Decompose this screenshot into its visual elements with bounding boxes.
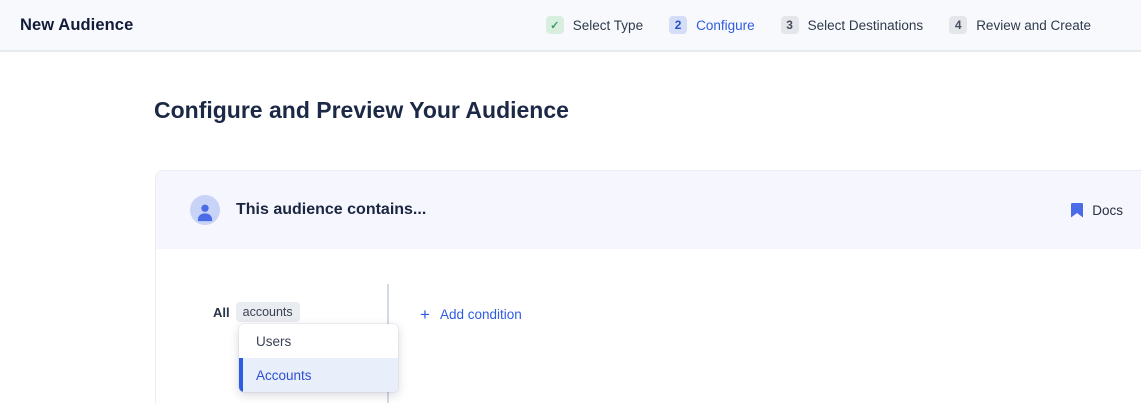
audience-card: This audience contains... Docs All accou…: [155, 170, 1141, 403]
entity-type-dropdown-menu: Users Accounts: [239, 324, 398, 392]
step-label: Select Destinations: [808, 18, 924, 33]
new-audience-page: New Audience ✓ Select Type 2 Configure 3…: [0, 0, 1141, 403]
plus-icon: +: [420, 306, 430, 323]
dropdown-item-users[interactable]: Users: [239, 324, 398, 358]
step-review-and-create[interactable]: 4 Review and Create: [949, 16, 1091, 34]
step-number-badge: 2: [669, 16, 687, 34]
audience-card-body: All accounts + Add condition Users Accou…: [156, 249, 1141, 403]
add-condition-button[interactable]: + Add condition: [420, 306, 522, 323]
step-label: Review and Create: [976, 18, 1091, 33]
top-bar: New Audience ✓ Select Type 2 Configure 3…: [0, 0, 1141, 52]
bookmark-icon: [1071, 203, 1083, 218]
step-select-type[interactable]: ✓ Select Type: [546, 16, 643, 34]
add-condition-label: Add condition: [440, 307, 522, 322]
step-number-badge: 3: [781, 16, 799, 34]
page-title: New Audience: [20, 16, 133, 35]
step-configure[interactable]: 2 Configure: [669, 16, 755, 34]
check-icon: ✓: [546, 16, 564, 34]
audience-scope-row: All accounts: [213, 302, 300, 322]
step-select-destinations[interactable]: 3 Select Destinations: [781, 16, 924, 34]
docs-label: Docs: [1092, 203, 1123, 218]
wizard-stepper: ✓ Select Type 2 Configure 3 Select Desti…: [546, 16, 1091, 34]
step-number-badge: 4: [949, 16, 967, 34]
entity-type-dropdown-trigger[interactable]: accounts: [236, 302, 300, 322]
step-label: Configure: [696, 18, 755, 33]
step-label: Select Type: [573, 18, 643, 33]
dropdown-item-accounts[interactable]: Accounts: [239, 358, 398, 392]
page-heading: Configure and Preview Your Audience: [154, 97, 1141, 124]
card-title: This audience contains...: [236, 201, 426, 219]
user-avatar-icon: [190, 195, 220, 225]
docs-link[interactable]: Docs: [1071, 203, 1123, 218]
audience-card-header: This audience contains... Docs: [156, 171, 1141, 249]
quantifier-label: All: [213, 305, 230, 320]
